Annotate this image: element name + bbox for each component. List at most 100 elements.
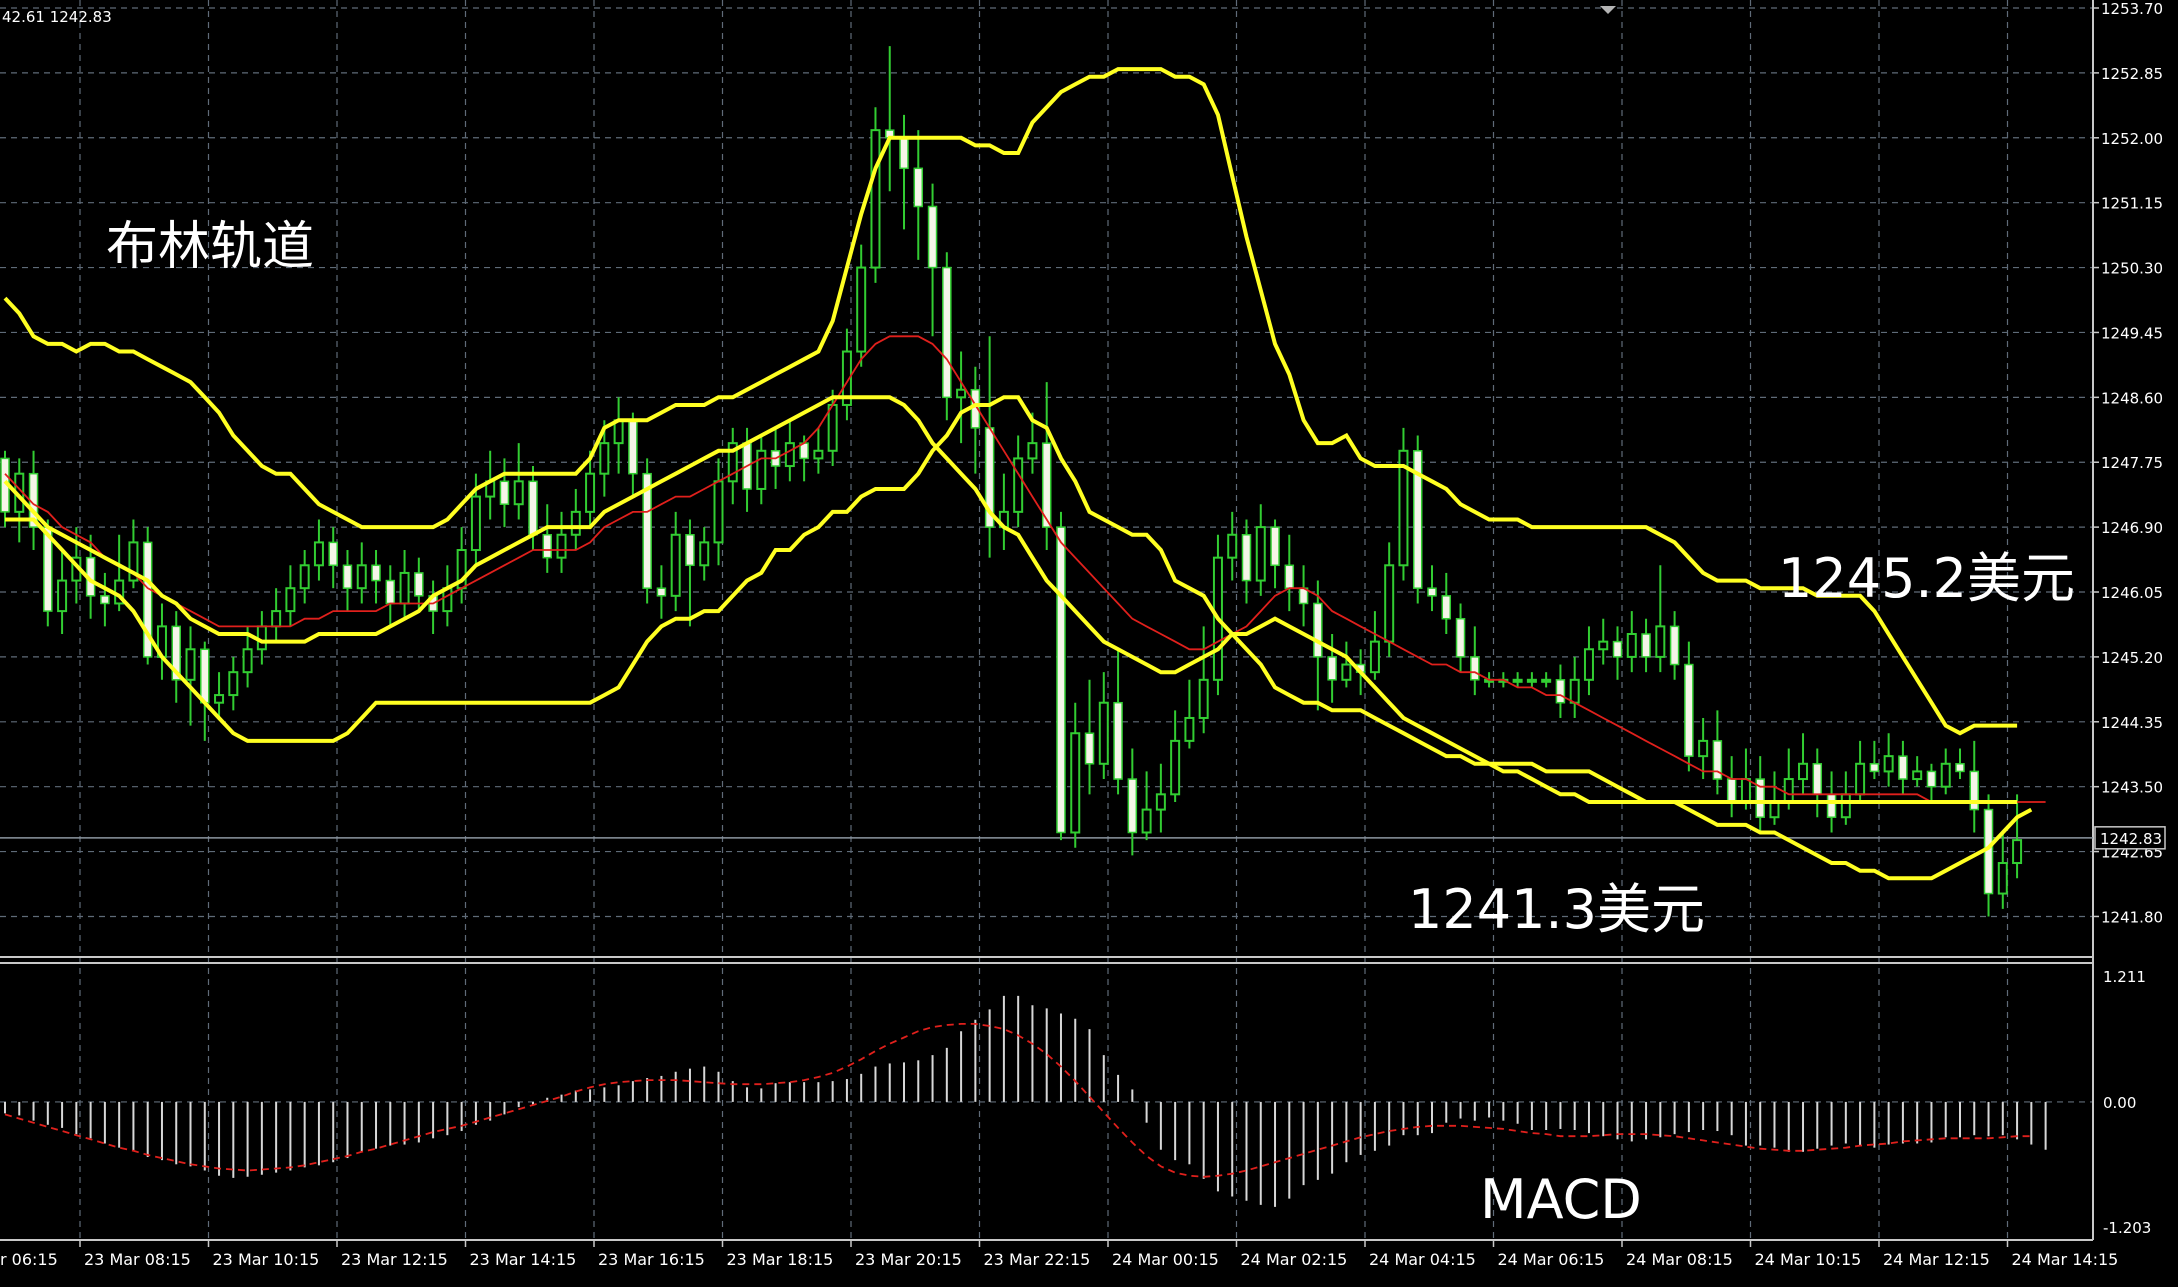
candle-body-up: [599, 442, 610, 475]
candle-body-up: [1369, 640, 1380, 674]
candle-body-up: [784, 442, 795, 468]
bollinger-title: 布林轨道: [106, 217, 314, 277]
price-tick-label: 1241.80: [2101, 908, 2163, 926]
upper-band-annotation: 1245.2美元: [1778, 547, 2075, 610]
candle-body-up: [1141, 808, 1152, 834]
candle-body-up: [1027, 442, 1038, 460]
time-label: 23 Mar 10:15: [213, 1250, 320, 1269]
candle-body-down: [1926, 770, 1937, 788]
candle-body-up: [242, 648, 253, 674]
time-label: 23 Mar 16:15: [598, 1250, 705, 1269]
candle-body-down: [1684, 663, 1694, 757]
price-tick-label: 1250.30: [2101, 260, 2163, 278]
time-label: 23 Mar 22:15: [984, 1250, 1091, 1269]
price-tick-label: 1247.75: [2101, 454, 2163, 472]
candle-body-down: [1669, 625, 1680, 666]
price-tick-label: 1245.20: [2101, 649, 2163, 667]
candle-body-up: [1184, 716, 1195, 742]
chart-canvas[interactable]: 1253.70 1252.85 1252.00 1251.15 1250.30 1249.…: [0, 0, 2178, 1282]
candle-body-up: [313, 541, 324, 567]
price-tick-label: 1253.70: [2101, 0, 2163, 18]
candle-body-down: [942, 266, 952, 399]
price-tick-labels: 1253.70 1252.85 1252.00 1251.15 1250.30 1249.…: [2093, 0, 2163, 926]
candle-body-up: [1583, 648, 1594, 681]
candle-body-down: [685, 534, 695, 567]
time-label: 24 Mar 06:15: [1498, 1250, 1605, 1269]
time-label: 23 Mar 20:15: [855, 1250, 962, 1269]
lower-band-annotation: 1241.3美元: [1408, 878, 1705, 941]
candle-body-up: [1569, 678, 1580, 704]
candle-body-down: [1241, 534, 1252, 582]
candle-body-up: [870, 129, 881, 269]
candle-body-down: [371, 564, 381, 582]
candle-body-down: [328, 541, 338, 567]
time-label: 23 Mar 12:15: [341, 1250, 448, 1269]
candle-body-up: [1997, 862, 2008, 895]
time-label: 24 Mar 08:15: [1626, 1250, 1733, 1269]
current-price-marker: 1242.83: [2094, 826, 2166, 850]
time-label: r 06:15: [0, 1250, 58, 1269]
candle-body-down: [628, 419, 638, 475]
candle-body-up: [699, 541, 710, 567]
time-label: 23 Mar 18:15: [727, 1250, 834, 1269]
candle-body-down: [342, 564, 353, 589]
candle-body-up: [1883, 755, 1894, 773]
candle-body-up: [1512, 678, 1523, 683]
candle-body-up: [1598, 640, 1609, 651]
candle-body-up: [2012, 839, 2023, 865]
candle-body-down: [542, 534, 553, 559]
candle-body-down: [414, 572, 424, 597]
candle-body-up: [228, 671, 239, 697]
candle-body-down: [100, 595, 110, 605]
candle-body-down: [1127, 778, 1138, 834]
candle-body-down: [528, 480, 538, 536]
candle-body-up: [570, 510, 581, 536]
trading-chart[interactable]: 1253.70 1252.85 1252.00 1251.15 1250.30 1249.…: [0, 0, 2178, 1282]
candle-body-up: [1940, 762, 1951, 788]
candle-body-down: [899, 137, 909, 170]
candle-body-up: [1912, 770, 1923, 781]
macd-tick-label: 0.00: [2103, 1094, 2136, 1112]
info-text: 42.61 1242.83: [2, 8, 112, 26]
macd-label: MACD: [1480, 1168, 1642, 1231]
candle-body-down: [1427, 587, 1437, 597]
price-tick-label: 1249.45: [2101, 324, 2163, 342]
candle-body-down: [1327, 656, 1337, 681]
candle-body-up: [1155, 793, 1166, 811]
candle-body-up: [1227, 533, 1238, 559]
candle-body-down: [499, 480, 510, 505]
candle-body-up: [556, 533, 567, 559]
time-label: 23 Mar 14:15: [470, 1250, 577, 1269]
candle-body-up: [827, 403, 838, 452]
candle-body-down: [1284, 564, 1295, 589]
candle-body-up: [356, 564, 367, 590]
candle-body-up: [1255, 526, 1266, 582]
candle-body-up: [513, 480, 524, 506]
candle-body-up: [813, 449, 824, 460]
time-label: 24 Mar 12:15: [1883, 1250, 1990, 1269]
price-tick-label: 1252.85: [2101, 65, 2163, 83]
candle-body-up: [1798, 762, 1809, 781]
candle-body-down: [385, 579, 396, 605]
candle-body-down: [656, 587, 667, 597]
candle-body-up: [185, 648, 196, 681]
candle-body-down: [1826, 793, 1837, 818]
time-label: 24 Mar 14:15: [2012, 1250, 2119, 1269]
candle-body-up: [856, 266, 867, 353]
candle-body-down: [1898, 755, 1908, 780]
candle-body-down: [1441, 595, 1452, 620]
candle-body-up: [271, 610, 282, 628]
price-tick-label: 1251.15: [2101, 195, 2163, 213]
candle-body-up: [1840, 793, 1851, 819]
candle-body-up: [713, 480, 724, 544]
candle-body-up: [399, 571, 410, 605]
candle-body-down: [1113, 701, 1123, 780]
candle-body-up: [1698, 739, 1709, 758]
candle-body-up: [670, 533, 681, 597]
candle-body-up: [1740, 778, 1751, 803]
price-tick-label: 1244.35: [2101, 714, 2163, 732]
time-label: 24 Mar 10:15: [1755, 1250, 1862, 1269]
time-label: 23 Mar 08:15: [84, 1250, 191, 1269]
macd-tick-label: 1.211: [2103, 968, 2146, 986]
candle-body-up: [1384, 564, 1395, 643]
